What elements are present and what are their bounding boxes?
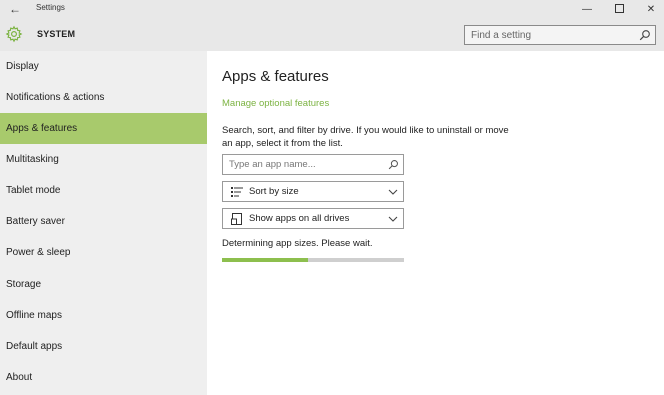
sidebar-item-offline-maps[interactable]: Offline maps (0, 300, 207, 331)
progress-bar (222, 258, 404, 262)
find-setting-input[interactable] (465, 26, 636, 44)
search-icon (388, 160, 398, 170)
sidebar-item-multitasking[interactable]: Multitasking (0, 144, 207, 175)
sidebar-item-storage[interactable]: Storage (0, 269, 207, 300)
drive-filter-dropdown[interactable]: Show apps on all drives (222, 208, 404, 229)
drive-icon (231, 213, 242, 225)
find-setting-box[interactable] (464, 25, 656, 45)
sidebar-item-power-sleep[interactable]: Power & sleep (0, 237, 207, 268)
main-content: Apps & features Manage optional features… (207, 51, 664, 395)
sidebar-item-tablet-mode[interactable]: Tablet mode (0, 175, 207, 206)
minimize-button[interactable]: — (572, 0, 602, 19)
search-icon[interactable] (639, 29, 651, 41)
progress-bar-fill (222, 258, 308, 262)
section-title: SYSTEM (37, 29, 76, 39)
sidebar-item-apps-features[interactable]: Apps & features (0, 113, 207, 144)
close-button[interactable]: ✕ (636, 0, 664, 19)
sidebar-item-default-apps[interactable]: Default apps (0, 331, 207, 362)
back-button[interactable]: ← (6, 1, 24, 17)
maximize-icon (614, 3, 624, 13)
maximize-button[interactable] (604, 0, 634, 19)
sort-list-icon (231, 187, 243, 197)
app-search-input[interactable] (223, 155, 389, 174)
drive-filter-value: Show apps on all drives (249, 213, 350, 224)
sidebar: Display Notifications & actions Apps & f… (0, 51, 207, 395)
sidebar-item-notifications[interactable]: Notifications & actions (0, 82, 207, 113)
sort-dropdown[interactable]: Sort by size (222, 181, 404, 202)
app-search-box[interactable] (222, 154, 404, 175)
manage-optional-features-link[interactable]: Manage optional features (222, 98, 329, 109)
instructions-text: Search, sort, and filter by drive. If yo… (222, 125, 509, 149)
sidebar-item-about[interactable]: About (0, 362, 207, 393)
status-message: Determining app sizes. Please wait. (222, 238, 373, 249)
chevron-down-icon (388, 216, 398, 222)
sidebar-item-battery-saver[interactable]: Battery saver (0, 206, 207, 237)
page-title: Apps & features (222, 68, 329, 85)
sort-dropdown-value: Sort by size (249, 186, 299, 197)
settings-header: SYSTEM (0, 19, 664, 51)
sidebar-item-display[interactable]: Display (0, 51, 207, 82)
title-bar: ← Settings — ✕ (0, 0, 664, 19)
gear-icon (5, 25, 23, 43)
chevron-down-icon (388, 189, 398, 195)
window-title: Settings (36, 3, 65, 12)
